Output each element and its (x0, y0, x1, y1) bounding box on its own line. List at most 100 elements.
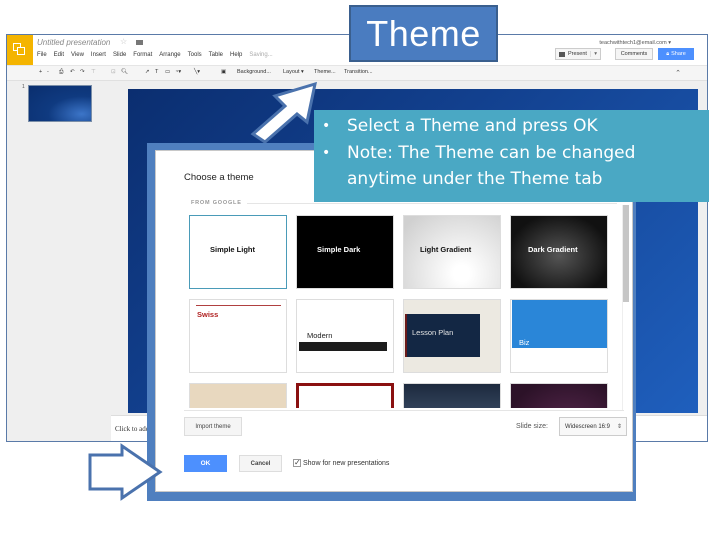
slide-stage: Untitled presentation ☆ File Edit View I… (0, 0, 720, 540)
zoom-icon[interactable]: 🔍︎ (121, 69, 128, 75)
collapse-icon[interactable]: ⌃ (675, 69, 681, 77)
line-icon[interactable]: ╲▾ (194, 69, 200, 75)
dialog-title: Choose a theme (184, 172, 254, 183)
theme-tile-9[interactable] (189, 383, 287, 408)
user-email-text: teachwithtech1@email.com (599, 40, 667, 46)
slides-logo-icon[interactable] (7, 35, 33, 65)
section-label: FROM GOOGLE (191, 200, 242, 206)
theme-label: Swiss (197, 310, 219, 319)
menu-format[interactable]: Format (133, 52, 152, 58)
present-icon (559, 51, 565, 57)
instruction-text: Select a Theme and press OK (347, 116, 598, 136)
ok-button[interactable]: OK (184, 455, 227, 472)
select-icon[interactable]: ➚ (145, 69, 150, 75)
slide-size-label: Slide size: (516, 423, 548, 430)
slide-title: Theme (349, 5, 498, 62)
theme-lesson-plan[interactable]: Lesson Plan (403, 299, 501, 373)
share-button[interactable]: 🔒︎ Share (658, 48, 694, 60)
grid-divider (184, 410, 624, 411)
paint-format-icon[interactable]: ⊤ (91, 69, 96, 75)
print-icon[interactable]: ⎙ (59, 69, 63, 76)
document-title[interactable]: Untitled presentation (37, 38, 110, 47)
bullet-icon: • (322, 118, 331, 134)
textbox-icon[interactable]: T (155, 69, 158, 75)
transition-button[interactable]: Transition... (344, 69, 373, 75)
slide-size-select[interactable]: Widescreen 16:9 ⇕ (559, 417, 627, 436)
select-arrows-icon: ⇕ (616, 424, 622, 430)
image-icon[interactable]: ▭ (165, 69, 170, 75)
theme-swiss[interactable]: Swiss (189, 299, 287, 373)
zoom-in-icon[interactable]: + (39, 69, 42, 75)
theme-label: Light Gradient (420, 245, 472, 254)
right-arrow-shape (88, 443, 163, 501)
scrollbar-thumb[interactable] (623, 205, 629, 302)
menu-edit[interactable]: Edit (54, 52, 64, 58)
shape-icon[interactable]: ◔▾ (175, 69, 181, 75)
instruction-text: Note: The Theme can be changed (347, 142, 636, 163)
theme-dark-gradient[interactable]: Dark Gradient (510, 215, 608, 289)
theme-tile-10[interactable] (296, 383, 394, 408)
menu-slide[interactable]: Slide (113, 52, 126, 58)
menu-arrange[interactable]: Arrange (159, 52, 180, 58)
logo-square-front (17, 47, 25, 55)
slide-size-value: Widescreen 16:9 (565, 423, 611, 430)
undo-icon[interactable]: ↶ (70, 69, 75, 75)
theme-label: Modern (307, 331, 333, 340)
section-divider (247, 203, 617, 204)
show-for-new-label: Show for new presentations (303, 459, 390, 467)
show-for-new-checkbox[interactable]: ✓ (293, 459, 301, 467)
present-button[interactable]: Present ▾ (555, 48, 601, 60)
user-email[interactable]: teachwithtech1@email.com ▾ (599, 40, 671, 46)
folder-icon[interactable] (136, 40, 143, 45)
swiss-rule (196, 305, 281, 306)
background-button[interactable]: Background... (237, 69, 271, 75)
menu-table[interactable]: Table (209, 52, 223, 58)
theme-biz[interactable]: Biz (510, 299, 608, 373)
cancel-button[interactable]: Cancel (239, 455, 282, 472)
toolbar: + - ⎙ ↶ ↷ ⊤ ⊡ 🔍︎ ➚ T ▭ ◔▾ ╲▾ ▣ Backgroun… (7, 65, 707, 81)
theme-modern[interactable]: Modern (296, 299, 394, 373)
layout-label: Layout (283, 69, 300, 75)
zoom-fit-icon[interactable]: ⊡ (111, 69, 116, 75)
menu-insert[interactable]: Insert (91, 52, 106, 58)
menu-file[interactable]: File (37, 52, 47, 58)
theme-simple-dark[interactable]: Simple Dark (296, 215, 394, 289)
present-label: Present (568, 51, 587, 57)
zoom-out-icon[interactable]: - (47, 69, 49, 75)
redo-icon[interactable]: ↷ (80, 69, 85, 75)
slide-number: 1 (22, 84, 25, 90)
modern-bar (299, 342, 387, 351)
up-right-arrow-icon (250, 81, 317, 144)
theme-button[interactable]: Theme... (314, 69, 336, 75)
menu-help[interactable]: Help (230, 52, 242, 58)
bullet-icon: • (322, 144, 331, 161)
menu-view[interactable]: View (71, 52, 84, 58)
import-theme-button[interactable]: Import theme (184, 417, 242, 436)
theme-tile-12[interactable] (510, 383, 608, 408)
theme-tile-11[interactable] (403, 383, 501, 408)
theme-grid-scrollbar[interactable] (622, 205, 629, 410)
theme-light-gradient[interactable]: Light Gradient (403, 215, 501, 289)
theme-simple-light[interactable]: Simple Light (189, 215, 287, 289)
comment-icon[interactable]: ▣ (221, 69, 226, 75)
present-dropdown-icon[interactable]: ▾ (590, 51, 600, 57)
instruction-callout: • Select a Theme and press OK • Note: Th… (314, 110, 709, 202)
right-arrow-icon (88, 443, 163, 501)
saving-status: Saving... (249, 52, 273, 58)
layout-button[interactable]: Layout ▾ (283, 69, 304, 75)
instruction-2: • Note: The Theme can be changed (314, 140, 709, 167)
show-for-new-option[interactable]: ✓ Show for new presentations (293, 459, 389, 467)
theme-grid: Simple Light Simple Dark Light Gradient … (189, 215, 621, 408)
menu-tools[interactable]: Tools (188, 52, 202, 58)
up-right-arrow-shape (250, 81, 317, 144)
theme-label: Simple Light (210, 245, 255, 254)
theme-label: Lesson Plan (412, 328, 454, 337)
slide-thumbnail[interactable] (28, 85, 92, 122)
comments-button[interactable]: Comments (615, 48, 653, 60)
theme-label: Biz (519, 338, 530, 347)
star-icon[interactable]: ☆ (120, 37, 127, 46)
filmstrip: 1 (7, 82, 117, 441)
share-label: Share (671, 51, 686, 57)
theme-label: Dark Gradient (528, 245, 578, 254)
instruction-1: • Select a Theme and press OK (314, 113, 709, 140)
